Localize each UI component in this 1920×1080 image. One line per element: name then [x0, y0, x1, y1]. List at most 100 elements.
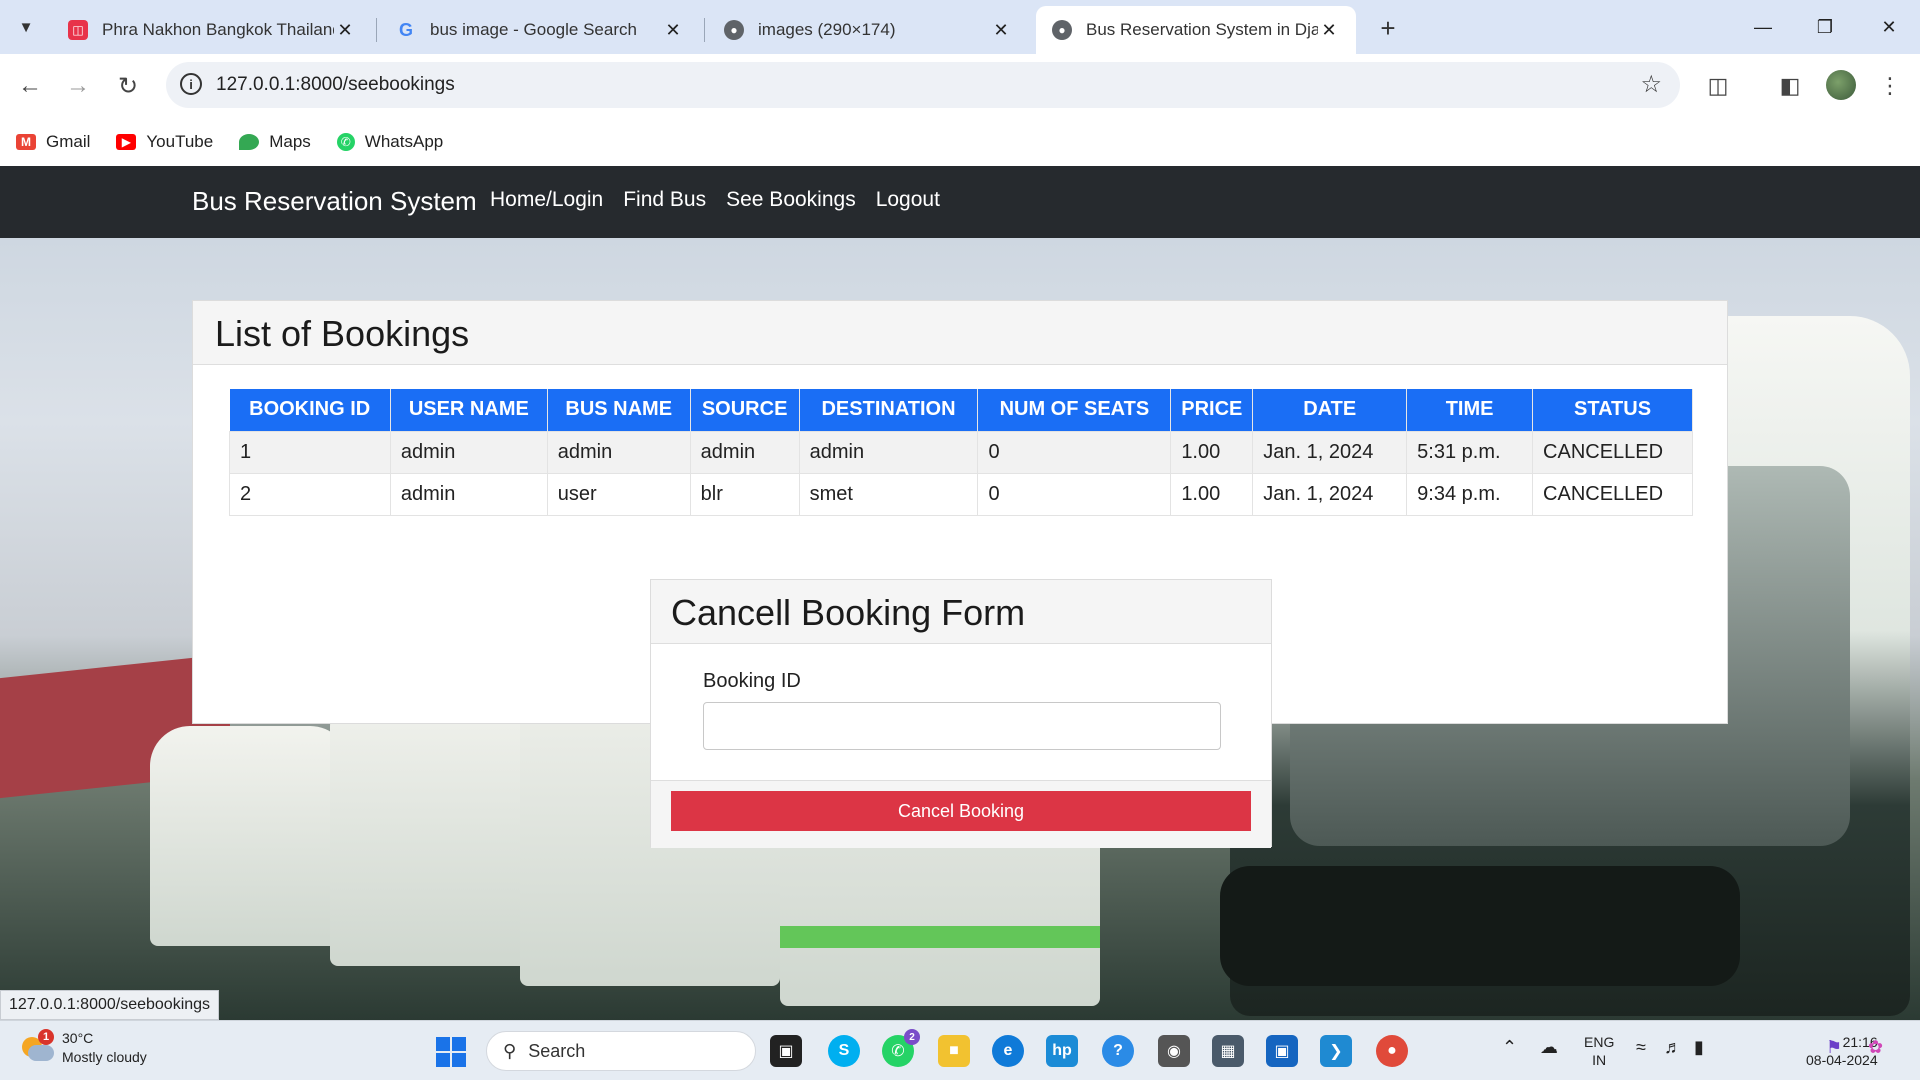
browser-tab-active[interactable]: ● Bus Reservation System in Djan ✕	[1036, 6, 1356, 54]
nav-logout[interactable]: Logout	[876, 188, 940, 212]
browser-tab-3[interactable]: ● images (290×174) ✕	[708, 6, 1028, 54]
cell-bus-name: user	[546, 472, 691, 516]
store-icon[interactable]: ▣	[1266, 1035, 1298, 1067]
site-navbar: Bus Reservation System Home/Login Find B…	[0, 166, 1920, 238]
calculator-icon[interactable]: ▦	[1212, 1035, 1244, 1067]
restore-icon[interactable]: ❐	[1800, 8, 1850, 46]
column-header: BUS NAME	[547, 389, 691, 431]
browser-toolbar: ← → ↻ i 127.0.0.1:8000/seebookings ☆ ◫ ◧…	[0, 54, 1920, 118]
web-page: Bus Reservation System Home/Login Find B…	[0, 166, 1920, 1020]
tab-close-icon[interactable]: ✕	[1318, 20, 1340, 41]
cancel-booking-button[interactable]: Cancel Booking	[671, 791, 1251, 831]
camera-icon[interactable]: ◉	[1158, 1035, 1190, 1067]
forward-arrow-icon[interactable]: →	[60, 68, 96, 104]
column-header: BOOKING ID	[229, 389, 391, 431]
cancel-form-title: Cancell Booking Form	[671, 592, 1026, 633]
bookings-title: List of Bookings	[215, 313, 470, 354]
column-header: STATUS	[1532, 389, 1693, 431]
skype-icon[interactable]: S	[828, 1035, 860, 1067]
language-indicator[interactable]: ENG IN	[1584, 1033, 1614, 1069]
tab-close-icon[interactable]: ✕	[990, 20, 1012, 41]
help-icon[interactable]: ?	[1102, 1035, 1134, 1067]
column-header: DATE	[1252, 389, 1408, 431]
windows-taskbar: 1 30°C Mostly cloudy ⚲ Search ▣ S ✆ 2 ■ …	[0, 1020, 1920, 1080]
table-header-row: BOOKING ID USER NAME BUS NAME SOURCE DES…	[229, 389, 1693, 431]
weather-desc: Mostly cloudy	[62, 1049, 147, 1065]
bookmark-whatsapp[interactable]: ✆ WhatsApp	[336, 132, 443, 152]
address-url[interactable]: 127.0.0.1:8000/seebookings	[216, 74, 455, 96]
vscode-icon[interactable]: ❯	[1320, 1035, 1352, 1067]
cell-num-seats: 0	[977, 430, 1172, 474]
table-row: 2 admin user blr smet 0 1.00 Jan. 1, 202…	[229, 472, 1693, 516]
chrome-icon[interactable]: ●	[1376, 1035, 1408, 1067]
nav-home-login[interactable]: Home/Login	[490, 188, 603, 212]
cell-source: admin	[689, 430, 800, 474]
google-icon: G	[398, 19, 413, 40]
tab-close-icon[interactable]: ✕	[662, 20, 684, 41]
app-favicon-icon: ◫	[68, 20, 88, 40]
whatsapp-badge: 2	[904, 1029, 920, 1045]
column-header: DESTINATION	[799, 389, 979, 431]
tab-title: bus image - Google Search	[430, 20, 637, 39]
nav-see-bookings[interactable]: See Bookings	[726, 188, 856, 212]
myhp-icon[interactable]: hp	[1046, 1035, 1078, 1067]
bookmark-youtube[interactable]: ▶ YouTube	[116, 132, 213, 152]
bookmark-star-icon[interactable]: ☆	[1640, 70, 1662, 99]
cell-time: 9:34 p.m.	[1406, 472, 1534, 516]
tab-search-button[interactable]: ▼	[8, 8, 44, 46]
nav-find-bus[interactable]: Find Bus	[623, 188, 706, 212]
navbar-brand[interactable]: Bus Reservation System	[192, 186, 477, 217]
profile-avatar[interactable]	[1826, 70, 1856, 100]
volume-icon[interactable]: ♬	[1664, 1037, 1682, 1058]
cell-status: CANCELLED	[1532, 472, 1693, 516]
notification-bell-icon[interactable]: ⚑	[1826, 1037, 1842, 1058]
file-explorer-icon[interactable]: ■	[938, 1035, 970, 1067]
copilot-icon[interactable]: ✿	[1868, 1037, 1883, 1058]
wifi-icon[interactable]: ≈	[1636, 1037, 1646, 1058]
gmail-icon: M	[16, 134, 36, 150]
bookmark-label: Maps	[269, 132, 311, 151]
weather-widget[interactable]: 1 30°C Mostly cloudy	[20, 1029, 147, 1067]
back-arrow-icon[interactable]: ←	[12, 68, 48, 104]
tab-title: images (290×174)	[758, 20, 896, 39]
task-view-icon[interactable]: ▣	[770, 1035, 802, 1067]
column-header: SOURCE	[690, 389, 800, 431]
windows-start-icon[interactable]	[436, 1037, 466, 1067]
cancel-card-footer: Cancel Booking	[651, 780, 1271, 848]
link-status-bubble: 127.0.0.1:8000/seebookings	[0, 990, 220, 1020]
bookmark-maps[interactable]: Maps	[239, 132, 311, 152]
extensions-icon[interactable]: ◫	[1700, 68, 1736, 104]
cell-date: Jan. 1, 2024	[1252, 472, 1408, 516]
tab-divider	[704, 18, 705, 42]
site-info-icon[interactable]: i	[180, 73, 202, 95]
browser-tab-2[interactable]: G bus image - Google Search ✕	[380, 6, 700, 54]
tab-close-icon[interactable]: ✕	[334, 20, 356, 41]
menu-kebab-icon[interactable]: ⋮	[1872, 68, 1908, 104]
side-panel-icon[interactable]: ◧	[1772, 68, 1808, 104]
tab-title: Bus Reservation System in Djan	[1086, 20, 1318, 39]
cancel-booking-card: Cancell Booking Form Booking ID Cancel B…	[650, 579, 1272, 848]
new-tab-button[interactable]: +	[1370, 10, 1406, 46]
booking-id-input[interactable]	[703, 702, 1221, 750]
background-photo-stripe	[780, 926, 1100, 948]
bookmarks-bar: M Gmail ▶ YouTube Maps ✆ WhatsApp	[0, 118, 1920, 166]
edge-icon[interactable]: e	[992, 1035, 1024, 1067]
maps-pin-icon	[239, 134, 260, 150]
whatsapp-taskbar-icon[interactable]: ✆ 2	[882, 1029, 920, 1067]
table-row: 1 admin admin admin admin 0 1.00 Jan. 1,…	[229, 430, 1693, 474]
reload-icon[interactable]: ↻	[110, 68, 146, 104]
minimize-icon[interactable]: —	[1738, 8, 1788, 46]
navbar-links: Home/Login Find Bus See Bookings Logout	[490, 188, 940, 212]
search-icon: ⚲	[503, 1040, 517, 1061]
bookmark-gmail[interactable]: M Gmail	[16, 132, 90, 152]
onedrive-cloud-icon[interactable]: ☁	[1540, 1037, 1558, 1058]
browser-tab-1[interactable]: ◫ Phra Nakhon Bangkok Thailand ✕	[52, 6, 372, 54]
cell-user-name: admin	[389, 430, 548, 474]
weather-temp: 30°C	[62, 1030, 94, 1046]
tray-chevron-up-icon[interactable]: ⌃	[1502, 1037, 1517, 1058]
taskbar-search[interactable]: ⚲ Search	[486, 1031, 756, 1071]
window-close-icon[interactable]: ✕	[1864, 8, 1914, 46]
battery-icon[interactable]: ▮	[1694, 1037, 1704, 1058]
address-bar[interactable]: i 127.0.0.1:8000/seebookings ☆	[166, 62, 1680, 108]
weather-cloudy-icon: 1	[20, 1029, 54, 1063]
